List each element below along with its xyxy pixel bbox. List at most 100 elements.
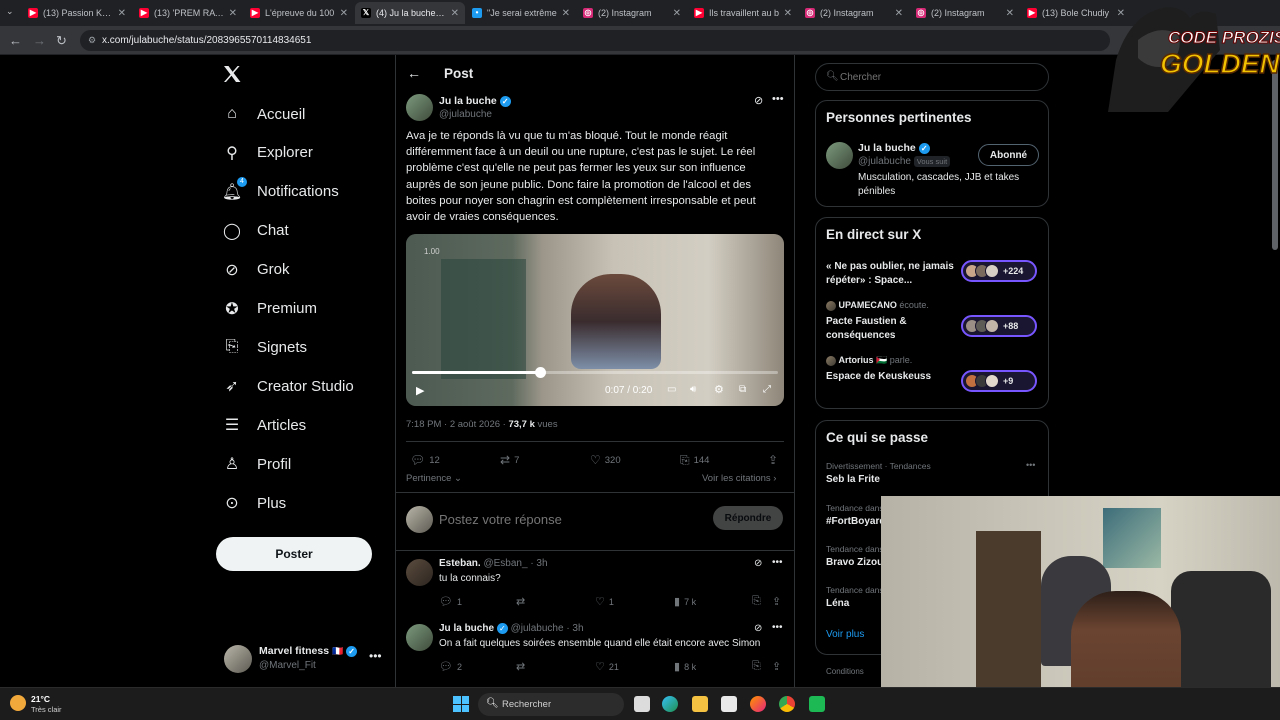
space-listeners-pill[interactable]: +88	[961, 315, 1037, 337]
author-avatar[interactable]	[406, 94, 433, 121]
reply-author-handle[interactable]: @julabuche · 3h	[511, 623, 584, 634]
tab-search-button[interactable]: ⌄	[6, 6, 14, 17]
share-icon[interactable]: ⇪	[772, 660, 785, 673]
forward-icon[interactable]: →	[33, 33, 46, 48]
see-more-link[interactable]: Voir plus	[826, 629, 864, 640]
browser-tab[interactable]: ◎ (2) Instagram ✕	[799, 2, 909, 24]
nav-item-plus[interactable]: ⊙ Plus	[222, 489, 286, 517]
video-scrubber-track[interactable]	[412, 367, 778, 378]
follow-button[interactable]: Abonné	[978, 144, 1039, 166]
space-listeners-pill[interactable]: +9	[961, 370, 1037, 392]
nav-item-signets[interactable]: ⎘ Signets	[222, 333, 307, 361]
close-tab-icon[interactable]: ✕	[229, 8, 237, 19]
reply-avatar[interactable]	[406, 624, 433, 651]
browser-tab[interactable]: ▶ (13) Passion K-po ✕	[22, 2, 132, 24]
bookmark-icon[interactable]: ⎘	[752, 660, 765, 673]
reload-icon[interactable]: ↻	[56, 33, 67, 49]
grok-icon[interactable]: ⊘	[754, 558, 762, 569]
grok-icon[interactable]: ⊘	[754, 623, 762, 634]
reply-stat[interactable]: 💬︎ 12	[410, 453, 440, 467]
reply-button[interactable]: Répondre	[713, 506, 783, 530]
relevant-avatar[interactable]	[826, 142, 853, 169]
nav-item-premium[interactable]: ✪ Premium	[222, 295, 317, 323]
browser-tab[interactable]: 𝕏 (4) Ju la buche su ✕	[355, 2, 465, 24]
share-icon[interactable]: ⇪	[772, 595, 785, 608]
close-tab-icon[interactable]: ✕	[451, 8, 459, 19]
back-arrow-icon[interactable]: ←	[407, 65, 421, 81]
weather-temp[interactable]: 21°C	[31, 694, 50, 704]
close-tab-icon[interactable]: ✕	[562, 8, 570, 19]
more-icon[interactable]: •••	[772, 93, 784, 105]
settings-icon[interactable]: ⚙	[714, 383, 724, 396]
grok-icon[interactable]: ⊘	[754, 94, 763, 107]
browser-tab[interactable]: ▶ (13) 'PREM RATAN ✕	[133, 2, 243, 24]
task-view-icon[interactable]	[634, 696, 650, 712]
share-icon[interactable]: ⇪	[768, 453, 782, 467]
browser-tab[interactable]: ◎ (2) Instagram ✕	[910, 2, 1020, 24]
author-name[interactable]: Ju la buche	[439, 95, 497, 107]
reply-avatar[interactable]	[406, 559, 433, 586]
chrome-icon[interactable]	[779, 696, 795, 712]
edge-icon[interactable]	[662, 696, 678, 712]
relevant-name[interactable]: Ju la buche	[858, 142, 916, 154]
firefox-icon[interactable]	[750, 696, 766, 712]
reply-author-name[interactable]: Ju la buche	[439, 623, 494, 634]
captions-icon[interactable]: ▭	[667, 384, 676, 395]
x-logo-icon[interactable]	[222, 64, 244, 86]
reply-like-stat[interactable]: ♡ 21	[595, 660, 619, 673]
bookmark-stat[interactable]: ⎘ 144	[680, 453, 709, 468]
reply-input[interactable]	[439, 510, 679, 528]
search-input[interactable]	[840, 70, 1040, 84]
browser-tab[interactable]: ▶ Ils travaillent au b ✕	[688, 2, 798, 24]
browser-tab[interactable]: ▶ L'épreuve du 100 ✕	[244, 2, 354, 24]
nav-item-notifications[interactable]: 🔔︎ 4 Notifications	[222, 176, 339, 206]
like-stat[interactable]: ♡ 320	[590, 453, 621, 467]
reply-like-stat[interactable]: ♡ 1	[595, 595, 614, 608]
reply-repost-stat[interactable]: ⇄	[516, 595, 529, 608]
nav-item-creator-studio[interactable]: ➶ Creator Studio	[222, 372, 353, 400]
pip-icon[interactable]: ⧉	[739, 384, 746, 395]
browser-tab[interactable]: ◎ (2) Instagram ✕	[577, 2, 687, 24]
footer-terms[interactable]: Conditions	[826, 667, 864, 676]
more-icon[interactable]: •••	[772, 622, 783, 633]
nav-item-profil[interactable]: ♙ Profil	[222, 450, 291, 478]
repost-stat[interactable]: ⇄ 7	[500, 453, 519, 467]
close-tab-icon[interactable]: ✕	[1006, 8, 1014, 19]
reply-author-handle[interactable]: @Esban_ · 3h	[483, 558, 547, 569]
search-box[interactable]: 🔍︎	[815, 63, 1049, 91]
more-icon[interactable]: •••	[1026, 460, 1035, 470]
close-tab-icon[interactable]: ✕	[784, 8, 792, 19]
reply-reply-stat[interactable]: 💬︎ 1	[439, 595, 462, 608]
back-icon[interactable]: ←	[9, 33, 22, 48]
close-tab-icon[interactable]: ✕	[895, 8, 903, 19]
nav-item-grok[interactable]: ⊘ Grok	[222, 256, 289, 284]
nav-item-articles[interactable]: ☰ Articles	[222, 411, 306, 439]
post-timestamp[interactable]: 7:18 PM · 2 août 2026 ·	[406, 419, 508, 430]
nav-item-explorer[interactable]: ⚲ Explorer	[222, 139, 313, 167]
reply-reply-stat[interactable]: 💬︎ 2	[439, 660, 462, 673]
more-icon[interactable]: •••	[369, 649, 382, 663]
close-tab-icon[interactable]: ✕	[673, 8, 681, 19]
video-player[interactable]: 1.00 ▶ 0:07 / 0:20 ▭ 🔊︎ ⚙ ⧉ ⤢	[406, 234, 784, 406]
bookmark-icon[interactable]: ⎘	[752, 595, 765, 608]
more-icon[interactable]: •••	[772, 557, 783, 568]
browser-tab[interactable]: • "Je serai extrême ✕	[466, 2, 576, 24]
url-field[interactable]: ⚙ x.com/julabuche/status/208396557011483…	[80, 30, 1110, 51]
relevance-dropdown[interactable]: Pertinence ⌄	[406, 473, 462, 484]
site-info-icon[interactable]: ⚙	[88, 30, 96, 51]
volume-icon[interactable]: 🔊︎	[690, 384, 696, 395]
windows-start-icon[interactable]	[453, 696, 469, 712]
relevant-handle[interactable]: @julabuche	[858, 156, 911, 167]
view-quotes-link[interactable]: Voir les citations ›	[702, 473, 776, 484]
reply-views-stat[interactable]: ▮ 7 k	[674, 595, 696, 608]
play-icon[interactable]: ▶	[416, 384, 424, 397]
reply-author-name[interactable]: Esteban.	[439, 558, 481, 569]
account-switcher[interactable]: Marvel fitness 🇫🇷 ✓ @Marvel_Fit •••	[224, 643, 394, 677]
fullscreen-icon[interactable]: ⤢	[763, 384, 771, 395]
reply-repost-stat[interactable]: ⇄	[516, 660, 529, 673]
store-icon[interactable]	[721, 696, 737, 712]
app-icon[interactable]	[809, 696, 825, 712]
taskbar-search[interactable]: 🔍︎ Rechercher	[478, 693, 624, 716]
nav-item-accueil[interactable]: ⌂ Accueil	[222, 100, 305, 128]
post-button[interactable]: Poster	[216, 537, 372, 571]
